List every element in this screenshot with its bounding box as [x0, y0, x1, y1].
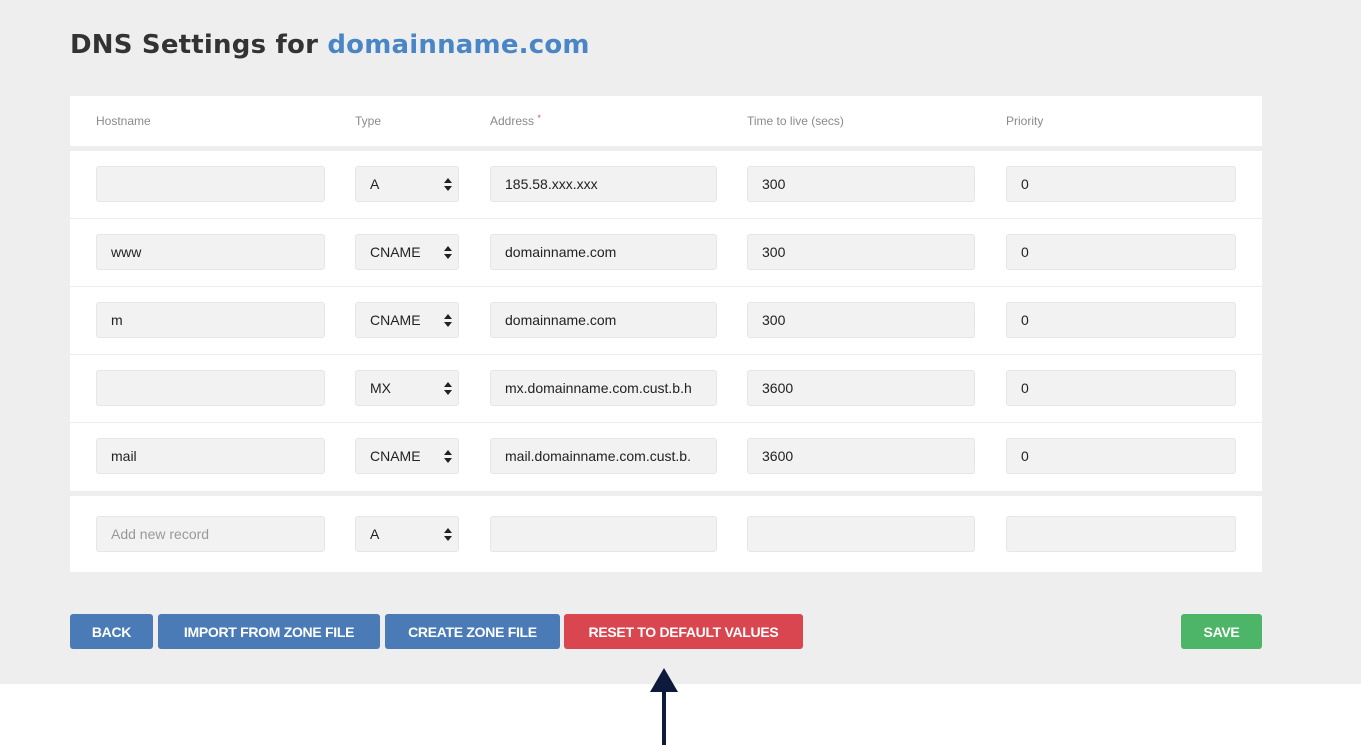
table-row: www CNAME domainname.com 300 0 [70, 219, 1262, 287]
ttl-field[interactable]: 300 [747, 234, 975, 270]
updown-chevron-icon [444, 246, 452, 259]
column-header-address: Address * [490, 113, 541, 128]
hostname-field[interactable] [96, 166, 325, 202]
required-marker: * [537, 113, 541, 123]
new-record-row: A [70, 496, 1262, 572]
back-button[interactable]: BACK [70, 614, 153, 649]
ttl-field[interactable]: 3600 [747, 438, 975, 474]
page-title-domain: domainname.com [327, 30, 590, 60]
updown-chevron-icon [444, 450, 452, 463]
priority-field[interactable]: 0 [1006, 166, 1236, 202]
new-record-address-field[interactable] [490, 516, 717, 552]
new-record-hostname-input[interactable] [96, 516, 325, 552]
import-from-zone-file-button[interactable]: IMPORT FROM ZONE FILE [158, 614, 380, 649]
page-title-prefix: DNS Settings for [70, 30, 328, 60]
hostname-field[interactable] [96, 370, 325, 406]
type-select-value: CNAME [370, 244, 421, 260]
dns-settings-panel: DNS Settings for domainname.com Hostname… [0, 0, 1361, 684]
updown-chevron-icon [444, 314, 452, 327]
priority-field[interactable]: 0 [1006, 234, 1236, 270]
updown-chevron-icon [444, 382, 452, 395]
address-field[interactable]: mail.domainname.com.cust.b. [490, 438, 717, 474]
column-header-hostname: Hostname [96, 114, 151, 128]
new-record-type-value: A [370, 526, 380, 542]
address-field[interactable]: domainname.com [490, 302, 717, 338]
type-select[interactable]: CNAME [355, 302, 459, 338]
dns-records-table: A 185.58.xxx.xxx 300 0 www CNAME domainn… [70, 151, 1262, 491]
new-record-type-select[interactable]: A [355, 516, 459, 552]
table-header: Hostname Type Address * Time to live (se… [70, 96, 1262, 146]
table-row: MX mx.domainname.com.cust.b.h 3600 0 [70, 355, 1262, 423]
type-select[interactable]: MX [355, 370, 459, 406]
reset-to-default-values-button[interactable]: RESET TO DEFAULT VALUES [564, 614, 803, 649]
ttl-field[interactable]: 300 [747, 302, 975, 338]
save-button[interactable]: SAVE [1181, 614, 1262, 649]
type-select[interactable]: CNAME [355, 438, 459, 474]
type-select-value: CNAME [370, 312, 421, 328]
type-select[interactable]: A [355, 166, 459, 202]
priority-field[interactable]: 0 [1006, 438, 1236, 474]
new-record-priority-field[interactable] [1006, 516, 1236, 552]
table-row: mail CNAME mail.domainname.com.cust.b. 3… [70, 423, 1262, 491]
address-field[interactable]: domainname.com [490, 234, 717, 270]
column-header-address-label: Address [490, 114, 535, 128]
column-header-ttl: Time to live (secs) [747, 114, 844, 128]
type-select-value: MX [370, 380, 391, 396]
table-row: A 185.58.xxx.xxx 300 0 [70, 151, 1262, 219]
up-arrow-icon [650, 668, 678, 745]
type-select[interactable]: CNAME [355, 234, 459, 270]
address-field[interactable]: 185.58.xxx.xxx [490, 166, 717, 202]
column-header-priority: Priority [1006, 114, 1044, 128]
hostname-field[interactable]: m [96, 302, 325, 338]
ttl-field[interactable]: 300 [747, 166, 975, 202]
ttl-field[interactable]: 3600 [747, 370, 975, 406]
type-select-value: CNAME [370, 448, 421, 464]
type-select-value: A [370, 176, 380, 192]
table-row: m CNAME domainname.com 300 0 [70, 287, 1262, 355]
hostname-field[interactable]: www [96, 234, 325, 270]
page-title: DNS Settings for domainname.com [70, 30, 590, 60]
column-header-type: Type [355, 114, 382, 128]
address-field[interactable]: mx.domainname.com.cust.b.h [490, 370, 717, 406]
new-record-ttl-field[interactable] [747, 516, 975, 552]
hostname-field[interactable]: mail [96, 438, 325, 474]
priority-field[interactable]: 0 [1006, 370, 1236, 406]
updown-chevron-icon [444, 528, 452, 541]
priority-field[interactable]: 0 [1006, 302, 1236, 338]
updown-chevron-icon [444, 178, 452, 191]
create-zone-file-button[interactable]: CREATE ZONE FILE [385, 614, 560, 649]
